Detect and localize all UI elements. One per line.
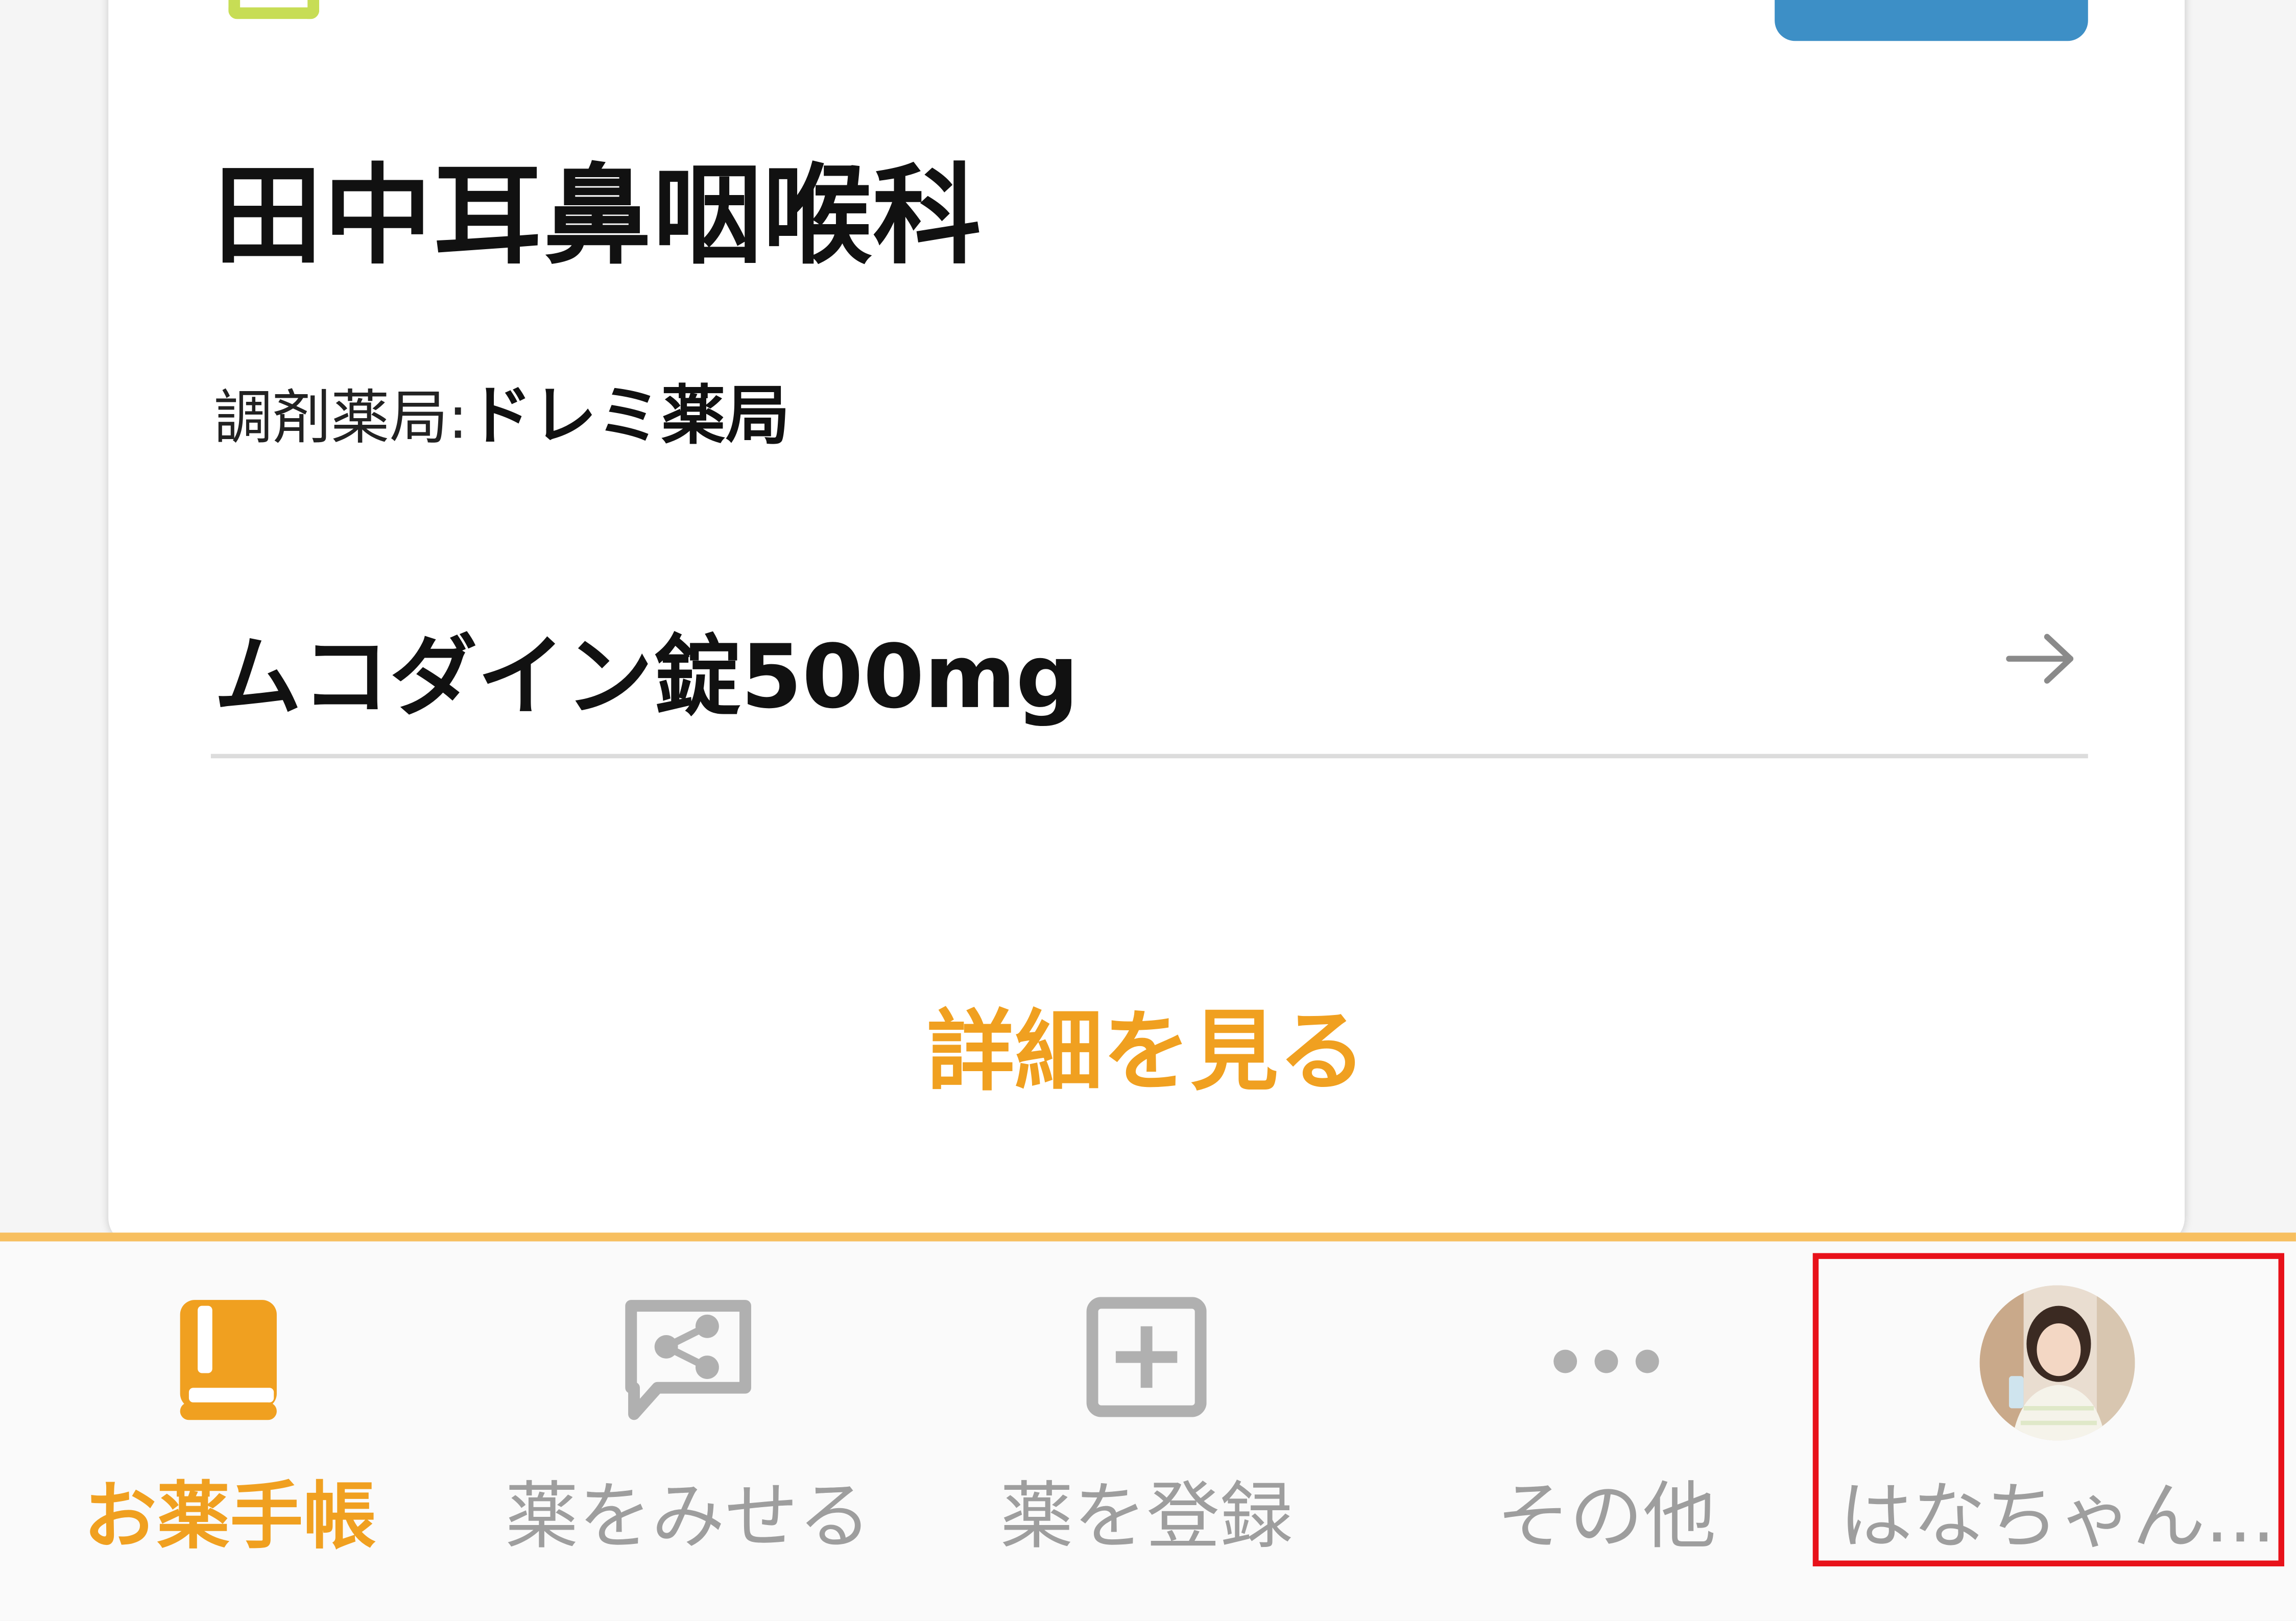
- arrow-right-icon: [2006, 634, 2074, 684]
- tab-label: 薬を登録: [1000, 1474, 1293, 1559]
- card-action-button[interactable]: [1775, 0, 2088, 41]
- tab-register-medicine[interactable]: 薬を登録: [920, 1241, 1374, 1563]
- tab-profile[interactable]: はなちゃん...: [1830, 1241, 2284, 1563]
- tab-medicine-notebook[interactable]: お薬手帳: [3, 1241, 457, 1563]
- drug-name: ムコダイン錠500mg: [213, 626, 1079, 729]
- pharmacy-label: 調剤薬局:: [213, 385, 468, 452]
- more-dots-icon: [1553, 1349, 1659, 1373]
- book-icon: [180, 1300, 277, 1420]
- tab-label: 薬をみせる: [505, 1474, 872, 1559]
- drug-row[interactable]: ムコダイン錠500mg: [210, 586, 2088, 759]
- clinic-name: 田中耳鼻咽喉科: [213, 154, 983, 280]
- calendar-icon: [228, 0, 320, 19]
- pharmacy-name: ドレミ薬局: [468, 379, 790, 454]
- screen: 田中耳鼻咽喉科 調剤薬局:ドレミ薬局 ムコダイン錠500mg 詳細を見る お薬手…: [0, 0, 2296, 1621]
- avatar: [1979, 1285, 2135, 1446]
- share-icon: [625, 1300, 751, 1420]
- tab-label: お薬手帳: [83, 1474, 376, 1559]
- add-square-icon: [1086, 1297, 1207, 1417]
- details-link[interactable]: 詳細を見る: [108, 981, 2185, 1108]
- tab-label: その他: [1496, 1474, 1716, 1559]
- pharmacy-line: 調剤薬局:ドレミ薬局: [214, 363, 790, 457]
- tab-label: はなちゃん...: [1839, 1474, 2276, 1559]
- tab-other[interactable]: その他: [1379, 1241, 1833, 1563]
- bottom-tab-bar: お薬手帳 薬をみせる 薬を登録 その他 はなちゃん...: [0, 1232, 2296, 1621]
- prescription-card: 田中耳鼻咽喉科 調剤薬局:ドレミ薬局 ムコダイン錠500mg 詳細を見る: [108, 0, 2185, 1245]
- tab-show-medicine[interactable]: 薬をみせる: [461, 1241, 915, 1563]
